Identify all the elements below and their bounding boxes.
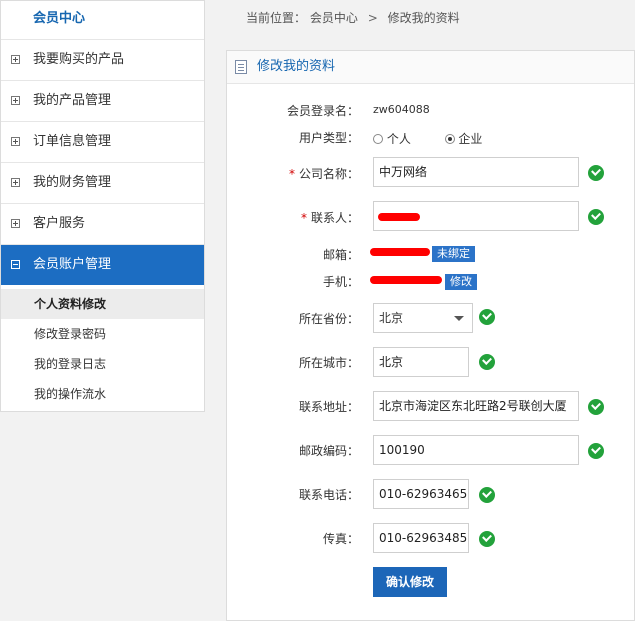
confirm-modify-button[interactable]: 确认修改 <box>373 567 447 597</box>
breadcrumb: 当前位置： 会员中心 > 修改我的资料 <box>226 0 635 36</box>
phone-label: 联系电话： <box>298 488 359 502</box>
mobile-modify-button[interactable]: 修改 <box>445 274 477 290</box>
document-icon <box>235 60 247 74</box>
sidebar-subitem-login-log[interactable]: 我的登录日志 <box>1 349 204 379</box>
phone-input[interactable]: 010-62963465 <box>373 479 469 509</box>
contact-person-label: * 联系人： <box>227 209 359 226</box>
sidebar-item-label: 我的产品管理 <box>33 93 112 108</box>
sidebar-item-product-management[interactable]: 我的产品管理 <box>1 81 204 122</box>
expand-plus-icon[interactable] <box>11 137 20 146</box>
sidebar-subitem-edit-profile[interactable]: 个人资料修改 <box>1 289 204 319</box>
user-type-company-label[interactable]: 企业 <box>458 132 482 146</box>
expand-plus-icon[interactable] <box>11 55 20 64</box>
breadcrumb-separator: > <box>367 11 378 25</box>
chevron-down-icon <box>454 316 464 321</box>
sidebar-submenu: 个人资料修改 修改登录密码 我的登录日志 我的操作流水 <box>1 285 204 409</box>
collapse-minus-icon[interactable] <box>11 260 20 269</box>
contact-person-label-text: 联系人： <box>310 211 359 225</box>
required-asterisk: * <box>288 167 295 181</box>
sidebar-item-purchase-products[interactable]: 我要购买的产品 <box>1 40 204 81</box>
expand-plus-icon[interactable] <box>11 219 20 228</box>
address-input[interactable]: 北京市海淀区东北旺路2号联创大厦 <box>373 391 579 421</box>
valid-check-icon <box>479 487 495 503</box>
sidebar-item-label: 客户服务 <box>33 216 86 231</box>
breadcrumb-current: 修改我的资料 <box>387 11 460 25</box>
address-label: 联系地址： <box>298 400 359 414</box>
user-type-label: 用户类型： <box>298 131 359 145</box>
company-name-label: * 公司名称： <box>227 165 359 182</box>
sidebar-item-label: 会员账户管理 <box>33 257 112 272</box>
sidebar-subitem-change-password[interactable]: 修改登录密码 <box>1 319 204 349</box>
panel-header: 修改我的资料 <box>227 51 634 84</box>
user-type-company-radio[interactable] <box>444 134 455 144</box>
sidebar-subitem-operation-log[interactable]: 我的操作流水 <box>1 379 204 409</box>
sidebar-title[interactable]: 会员中心 <box>1 1 204 40</box>
profile-panel: 修改我的资料 会员登录名： zw604088 用户类型： 个人 企业 * 公司名称… <box>226 50 635 621</box>
sidebar-item-customer-service[interactable]: 客户服务 <box>1 204 204 245</box>
province-select[interactable]: 北京 <box>373 303 473 333</box>
sidebar-item-account-management[interactable]: 会员账户管理 <box>1 245 204 285</box>
province-selected-value: 北京 <box>379 311 404 325</box>
sidebar-item-label: 我的财务管理 <box>33 175 112 190</box>
fax-input[interactable]: 010-62963485 <box>373 523 469 553</box>
valid-check-icon <box>588 165 604 181</box>
user-type-personal-radio[interactable] <box>373 134 383 144</box>
mobile-label: 手机： <box>322 275 359 289</box>
required-asterisk: * <box>300 211 307 225</box>
valid-check-icon <box>479 354 495 370</box>
city-label: 所在城市： <box>298 356 359 370</box>
login-name-value: zw604088 <box>373 103 430 116</box>
fax-label: 传真： <box>322 532 359 546</box>
login-name-label: 会员登录名： <box>286 104 359 118</box>
mobile-redaction-mark <box>370 276 442 284</box>
valid-check-icon <box>479 531 495 547</box>
breadcrumb-home-link[interactable]: 会员中心 <box>310 11 358 25</box>
company-name-input[interactable]: 中万网络 <box>373 157 579 187</box>
sidebar-item-label: 我要购买的产品 <box>33 52 125 67</box>
province-label: 所在省份： <box>298 312 359 326</box>
valid-check-icon <box>479 309 495 325</box>
expand-plus-icon[interactable] <box>11 178 20 187</box>
sidebar: 会员中心 我要购买的产品 我的产品管理 订单信息管理 我的财务管理 客户服务 会… <box>0 0 205 412</box>
expand-plus-icon[interactable] <box>11 96 20 105</box>
email-unbound-badge[interactable]: 未绑定 <box>432 246 475 262</box>
sidebar-item-orders[interactable]: 订单信息管理 <box>1 122 204 163</box>
valid-check-icon <box>588 399 604 415</box>
sidebar-item-label: 订单信息管理 <box>33 134 112 149</box>
email-redaction-mark <box>370 248 430 256</box>
redaction-mark <box>378 213 420 221</box>
contact-person-input[interactable] <box>373 201 579 231</box>
breadcrumb-prefix: 当前位置： <box>246 11 307 25</box>
user-type-personal-label[interactable]: 个人 <box>387 132 411 146</box>
sidebar-item-finance[interactable]: 我的财务管理 <box>1 163 204 204</box>
city-input[interactable]: 北京 <box>373 347 469 377</box>
user-type-radio-group: 个人 企业 <box>373 130 482 147</box>
valid-check-icon <box>588 443 604 459</box>
postcode-label: 邮政编码： <box>298 444 359 458</box>
valid-check-icon <box>588 209 604 225</box>
email-label: 邮箱： <box>322 248 359 262</box>
company-name-label-text: 公司名称： <box>298 167 359 181</box>
panel-title: 修改我的资料 <box>257 59 336 74</box>
postcode-input[interactable]: 100190 <box>373 435 579 465</box>
